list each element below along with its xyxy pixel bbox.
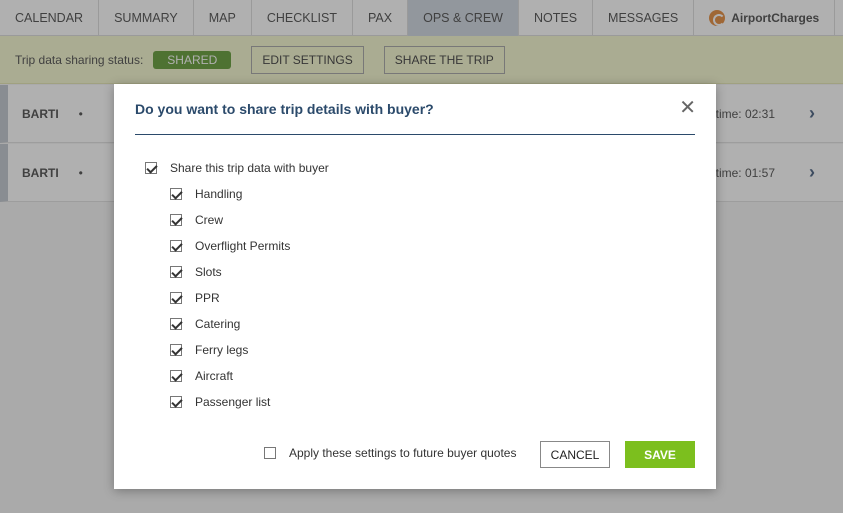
aircraft-checkbox[interactable] [170, 370, 182, 382]
save-button[interactable]: SAVE [625, 441, 695, 468]
passenger-list-checkbox[interactable] [170, 396, 182, 408]
option-ferry-legs[interactable]: Ferry legs [170, 343, 248, 357]
catering-checkbox[interactable] [170, 318, 182, 330]
future-quotes-option[interactable]: Apply these settings to future buyer quo… [264, 446, 516, 460]
overflight-permits-checkbox[interactable] [170, 240, 182, 252]
share-all-option[interactable]: Share this trip data with buyer [145, 161, 329, 175]
option-label: Overflight Permits [195, 239, 291, 253]
option-label: PPR [195, 291, 220, 305]
close-icon[interactable]: ✕ [679, 98, 696, 118]
option-crew[interactable]: Crew [170, 213, 223, 227]
title-divider [135, 134, 695, 135]
option-aircraft[interactable]: Aircraft [170, 369, 233, 383]
option-catering[interactable]: Catering [170, 317, 240, 331]
option-label: Catering [195, 317, 241, 331]
option-label: Handling [195, 187, 243, 201]
option-passenger-list[interactable]: Passenger list [170, 395, 270, 409]
option-label: Aircraft [195, 369, 234, 383]
share-all-label: Share this trip data with buyer [170, 161, 329, 175]
option-overflight-permits[interactable]: Overflight Permits [170, 239, 290, 253]
option-label: Slots [195, 265, 222, 279]
cancel-button[interactable]: CANCEL [540, 441, 610, 468]
share-trip-dialog: Do you want to share trip details with b… [114, 84, 716, 489]
ppr-checkbox[interactable] [170, 292, 182, 304]
future-quotes-checkbox[interactable] [264, 447, 276, 459]
crew-checkbox[interactable] [170, 214, 182, 226]
option-label: Crew [195, 213, 224, 227]
dialog-title: Do you want to share trip details with b… [135, 101, 434, 117]
slots-checkbox[interactable] [170, 266, 182, 278]
option-slots[interactable]: Slots [170, 265, 222, 279]
share-all-checkbox[interactable] [145, 162, 157, 174]
option-handling[interactable]: Handling [170, 187, 242, 201]
future-quotes-label: Apply these settings to future buyer quo… [289, 446, 517, 460]
handling-checkbox[interactable] [170, 188, 182, 200]
option-label: Ferry legs [195, 343, 249, 357]
option-ppr[interactable]: PPR [170, 291, 220, 305]
option-label: Passenger list [195, 395, 271, 409]
ferry-legs-checkbox[interactable] [170, 344, 182, 356]
